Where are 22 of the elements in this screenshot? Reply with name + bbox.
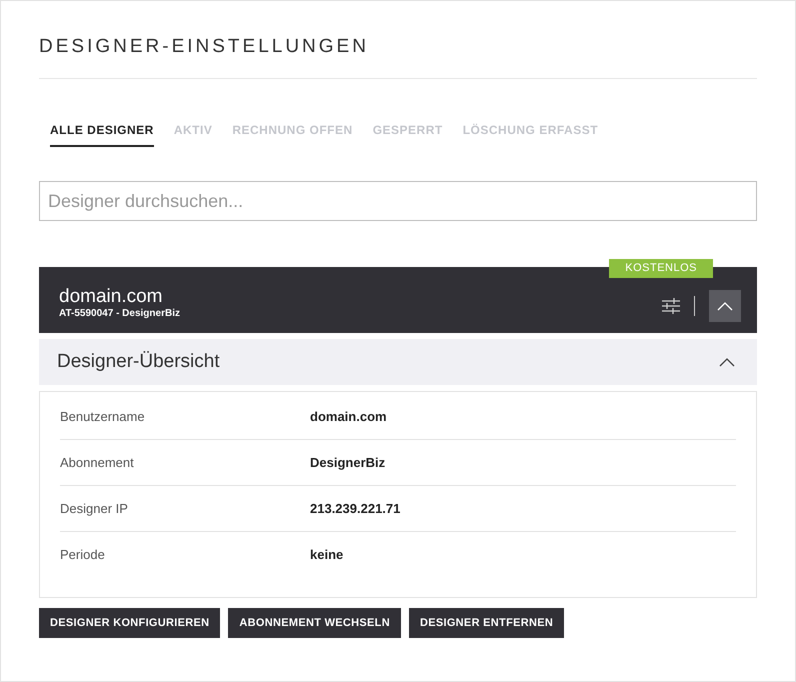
overview-header[interactable]: Designer-Übersicht — [39, 339, 757, 385]
page-title: DESIGNER-EINSTELLUNGEN — [39, 35, 370, 59]
sliders-icon[interactable] — [662, 298, 680, 314]
field-value: keine — [310, 546, 344, 564]
field-label: Benutzername — [60, 408, 146, 426]
field-label: Designer IP — [60, 500, 129, 518]
field-value: domain.com — [310, 408, 387, 426]
field-label: Periode — [60, 546, 106, 564]
search-field[interactable]: Designer durchsuchen... — [39, 181, 757, 221]
plan-badge: KOSTENLOS — [609, 259, 713, 278]
overview-title: Designer-Übersicht — [57, 350, 220, 374]
field-value: DesignerBiz — [310, 454, 386, 472]
action-button[interactable]: DESIGNER KONFIGURIEREN — [39, 608, 220, 638]
designer-subtitle: AT-5590047 - DesignerBiz — [59, 308, 180, 320]
action-button[interactable]: DESIGNER ENTFERNEN — [408, 608, 564, 638]
field-value: 213.239.221.71 — [310, 500, 400, 518]
collapse-button[interactable] — [709, 290, 741, 322]
filter-tab[interactable]: ALLE DESIGNER — [50, 121, 154, 147]
field-label: Abonnement — [60, 454, 135, 472]
designer-name: domain.com — [59, 286, 164, 308]
chevron-icon — [717, 301, 733, 311]
action-button[interactable]: ABONNEMENT WECHSELN — [228, 608, 401, 638]
